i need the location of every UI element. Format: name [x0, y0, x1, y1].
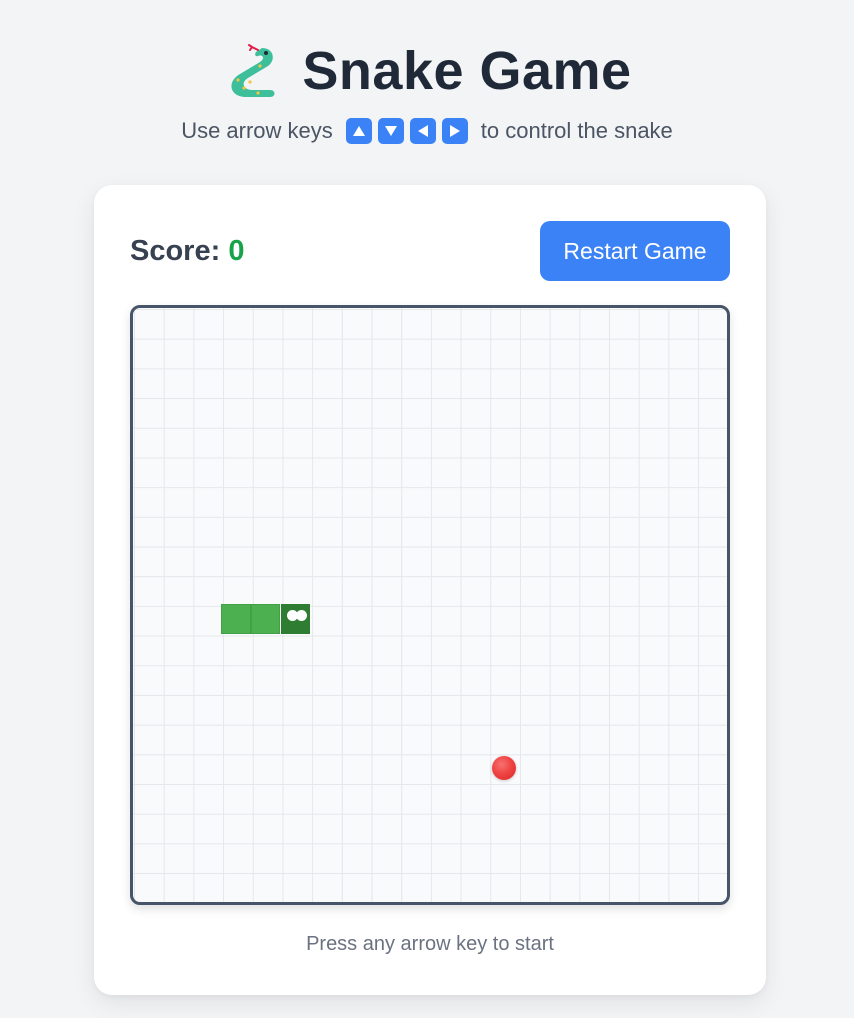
snake-segment	[250, 604, 281, 634]
restart-game-button[interactable]: Restart Game	[540, 221, 730, 281]
instructions-prefix: Use arrow keys	[181, 118, 333, 143]
start-hint: Press any arrow key to start	[306, 933, 554, 955]
score-value: 0	[228, 235, 245, 267]
snake-head	[280, 604, 311, 634]
game-board[interactable]	[130, 305, 730, 905]
score-label: Score:	[130, 235, 221, 267]
score-display: Score: 0	[130, 235, 244, 268]
arrow-down-icon	[377, 118, 404, 144]
arrow-keys	[343, 118, 471, 144]
arrow-left-icon	[409, 118, 436, 144]
game-card: Score: 0 Restart Game Press any arrow ke…	[94, 185, 766, 995]
snake-segment	[221, 604, 251, 634]
snake-emoji-icon	[231, 44, 275, 97]
instructions-suffix: to control the snake	[480, 118, 673, 143]
page-title: Snake Game	[302, 41, 632, 101]
food-apple	[492, 756, 517, 781]
instructions: Use arrow keys to control the snake	[0, 118, 854, 144]
arrow-up-icon	[345, 118, 372, 144]
arrow-right-icon	[441, 118, 468, 144]
header: Snake Game	[0, 40, 854, 102]
snake-eye	[295, 610, 307, 621]
